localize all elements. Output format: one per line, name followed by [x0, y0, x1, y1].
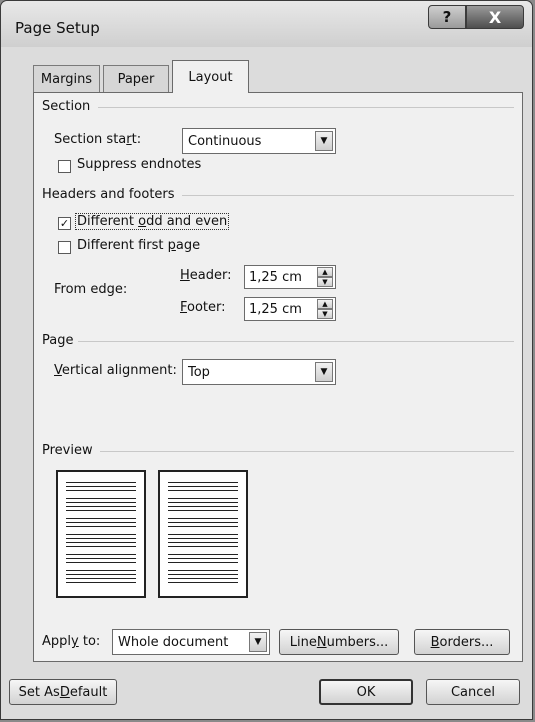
- chevron-down-icon[interactable]: ▼: [315, 131, 333, 151]
- spin-up-icon[interactable]: ▲: [317, 267, 333, 277]
- apply-to-value: Whole document: [118, 634, 229, 650]
- vertical-alignment-value: Top: [188, 364, 210, 380]
- section-start-select[interactable]: Continuous ▼: [182, 128, 336, 154]
- line-numbers-button[interactable]: Line Numbers...: [279, 629, 399, 655]
- dialog-title: Page Setup: [15, 19, 100, 37]
- apply-to-label: Apply to:: [42, 634, 101, 649]
- preview-page-left: [56, 470, 146, 598]
- section-start-value: Continuous: [188, 133, 262, 149]
- help-button[interactable]: ?: [428, 5, 466, 29]
- suppress-endnotes-checkbox[interactable]: [58, 160, 71, 173]
- spinner-arrows[interactable]: ▲ ▼: [317, 299, 333, 319]
- first-page-label: Different first page: [77, 238, 201, 253]
- header-spinner[interactable]: 1,25 cm ▲ ▼: [244, 265, 336, 289]
- headers-footers-heading: Headers and footers: [42, 187, 175, 202]
- tab-layout[interactable]: Layout: [172, 60, 249, 93]
- section-start-label: Section start:: [54, 132, 142, 147]
- preview-heading: Preview: [42, 443, 93, 458]
- title-bar: Page Setup ? X: [1, 1, 532, 47]
- first-page-checkbox[interactable]: [58, 241, 71, 254]
- chevron-down-icon[interactable]: ▼: [249, 632, 267, 652]
- close-button[interactable]: X: [466, 5, 524, 29]
- chevron-down-icon[interactable]: ▼: [315, 362, 333, 382]
- page-setup-dialog: Page Setup ? X Margins Paper Layout Sect…: [0, 0, 533, 720]
- preview-page-right: [158, 470, 248, 598]
- footer-label: Footer:: [180, 300, 226, 315]
- footer-value: 1,25 cm: [249, 301, 302, 317]
- borders-button[interactable]: Borders...: [414, 629, 510, 655]
- preview-divider: [100, 451, 514, 452]
- odd-even-label: Different odd and even: [75, 213, 230, 230]
- tab-margins[interactable]: Margins: [33, 65, 100, 93]
- apply-to-select[interactable]: Whole document ▼: [112, 629, 270, 655]
- spin-down-icon[interactable]: ▼: [317, 309, 333, 319]
- spinner-arrows[interactable]: ▲ ▼: [317, 267, 333, 287]
- from-edge-label: From edge:: [54, 282, 128, 297]
- odd-even-checkbox[interactable]: ✓: [58, 217, 71, 230]
- vertical-alignment-select[interactable]: Top ▼: [182, 359, 336, 385]
- dialog-content: Margins Paper Layout Section Section sta…: [21, 55, 523, 673]
- tab-paper[interactable]: Paper: [103, 65, 169, 93]
- vertical-alignment-label: Vertical alignment:: [54, 363, 177, 378]
- ok-button[interactable]: OK: [319, 679, 413, 705]
- spin-up-icon[interactable]: ▲: [317, 299, 333, 309]
- header-value: 1,25 cm: [249, 269, 302, 285]
- cancel-button[interactable]: Cancel: [426, 679, 520, 705]
- suppress-endnotes-label: Suppress endnotes: [77, 157, 202, 172]
- header-label: Header:: [180, 268, 232, 283]
- section-divider: [98, 107, 514, 108]
- footer-spinner[interactable]: 1,25 cm ▲ ▼: [244, 297, 336, 321]
- set-as-default-button[interactable]: Set As Default: [9, 679, 117, 705]
- page-heading: Page: [42, 333, 74, 348]
- section-heading: Section: [42, 99, 91, 114]
- title-buttons: ? X: [428, 5, 524, 29]
- page-divider: [78, 341, 514, 342]
- headers-footers-divider: [182, 195, 514, 196]
- spin-down-icon[interactable]: ▼: [317, 277, 333, 287]
- layout-panel: Section Section start: Continuous ▼ Supp…: [33, 92, 523, 662]
